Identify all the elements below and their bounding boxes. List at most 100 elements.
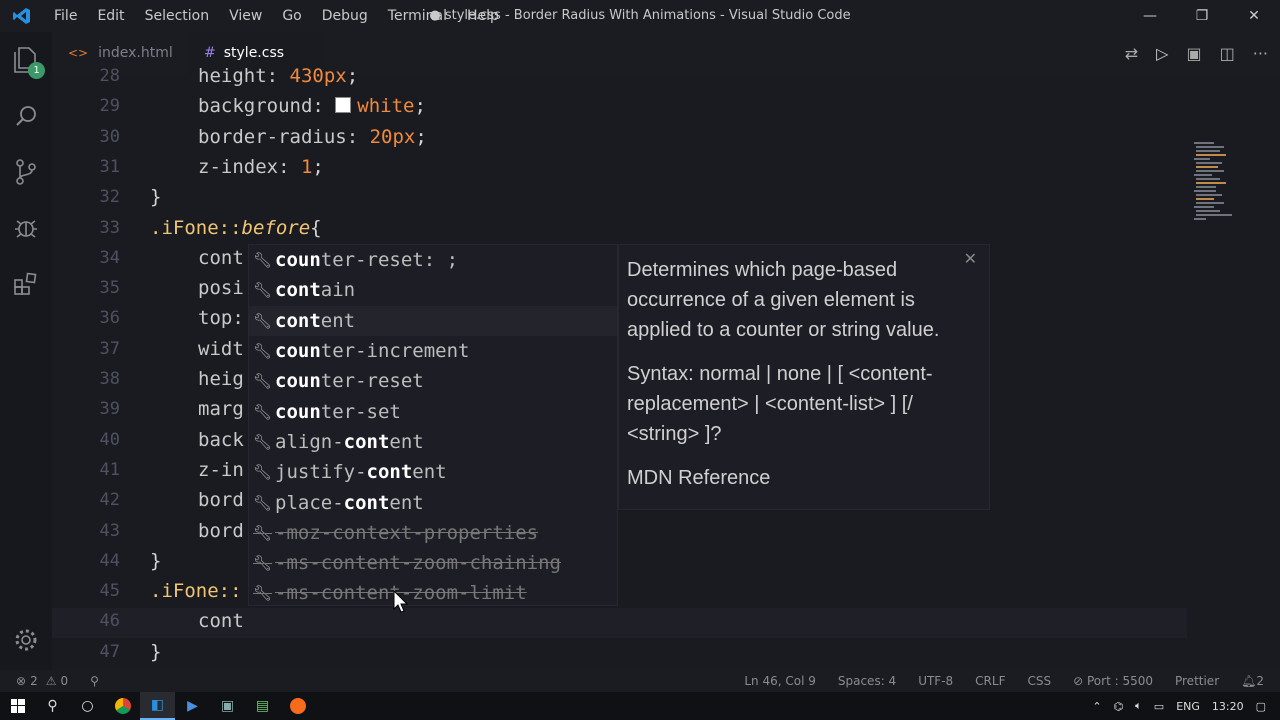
app-icon[interactable]: ▣ [210, 692, 245, 720]
clock[interactable]: 13:20 [1212, 700, 1244, 713]
restore-icon[interactable]: ❐ [1176, 0, 1228, 32]
mouse-cursor-icon [393, 589, 409, 618]
git-branch-icon[interactable]: ⚲ [90, 674, 99, 688]
details-description: Determines which page-based occurrence o… [627, 259, 940, 341]
code-line[interactable]: 30 border-radius: 20px; [52, 124, 1187, 154]
notifications[interactable]: 🔔︎2 [1241, 674, 1264, 688]
menu-terminal[interactable]: Terminal [388, 8, 447, 24]
menu-edit[interactable]: Edit [97, 8, 124, 24]
suggestion-item[interactable]: 🔧︎ coun ter-reset [249, 366, 617, 396]
suggestion-details: ✕ Determines which page-based occurrence… [618, 244, 990, 510]
minimap[interactable] [1188, 140, 1268, 230]
code-line[interactable]: 44} [52, 548, 1187, 578]
suggestion-item[interactable]: 🔧︎ align-cont ent [249, 427, 617, 457]
menu-selection[interactable]: Selection [145, 8, 210, 24]
code-line[interactable]: 47} [52, 639, 1187, 669]
suggestion-item[interactable]: 🔧︎ justify-cont ent [249, 457, 617, 487]
property-wrench-icon: 🔧︎ [253, 432, 273, 451]
menu-file[interactable]: File [54, 8, 77, 24]
compare-changes-icon[interactable]: ⇄ [1125, 44, 1138, 63]
close-icon[interactable]: ✕ [964, 245, 977, 275]
settings-gear-icon[interactable] [0, 612, 52, 668]
suggestion-item[interactable]: 🔧︎ coun ter-set [249, 396, 617, 426]
property-wrench-icon: 🔧︎ [253, 251, 273, 270]
html-icon: <> [68, 46, 89, 60]
encoding[interactable]: UTF-8 [918, 674, 953, 688]
warning-count[interactable]: 0 [60, 674, 68, 688]
code-text: bord [198, 489, 244, 511]
explorer-icon[interactable]: 1 [0, 32, 52, 88]
debug-icon[interactable] [0, 200, 52, 256]
menu-help[interactable]: Help [467, 8, 499, 24]
mdn-reference-link[interactable]: MDN Reference [627, 463, 981, 493]
search-icon[interactable]: ⚲ [35, 692, 70, 720]
code-line[interactable]: 46 cont [52, 608, 1187, 639]
line-endings[interactable]: CRLF [975, 674, 1005, 688]
code-text: marg [198, 398, 244, 420]
errors-icon[interactable]: ⊗ [16, 674, 26, 688]
explorer-badge: 1 [28, 62, 45, 79]
code-token: height: [198, 65, 290, 87]
code-line[interactable]: 29 background: white; [52, 93, 1187, 123]
run-icon[interactable]: ▷ [1156, 44, 1168, 63]
split-editor-icon[interactable]: ◫ [1220, 44, 1235, 63]
input-language[interactable]: ENG [1176, 700, 1200, 713]
vscode-taskbar-icon[interactable]: ◧ [140, 692, 175, 720]
warnings-icon[interactable]: ⚠ [46, 674, 57, 688]
windows-start-icon[interactable] [0, 692, 35, 720]
suggestion-item[interactable]: 🔧︎ cont ent [249, 305, 617, 336]
cortana-icon[interactable]: ○ [70, 692, 105, 720]
indentation[interactable]: Spaces: 4 [838, 674, 896, 688]
minimize-icon[interactable]: — [1124, 0, 1176, 32]
tray-chevron-icon[interactable]: ⌃ [1092, 700, 1101, 713]
firefox-icon[interactable] [280, 692, 315, 720]
error-count[interactable]: 2 [30, 674, 38, 688]
prettier-status[interactable]: Prettier [1175, 674, 1219, 688]
code-line[interactable]: 32} [52, 184, 1187, 214]
property-wrench-icon: 🔧︎ [253, 342, 273, 361]
menu-bar: File Edit Selection View Go Debug Terminal Help [44, 8, 509, 24]
code-line[interactable]: 43 bord [52, 518, 1187, 548]
suggestion-item[interactable]: 🔧︎ -ms-content-zoom-chaining [249, 548, 617, 578]
css-icon: # [204, 45, 216, 61]
source-control-icon[interactable] [0, 144, 52, 200]
volume-icon[interactable]: 🔈︎ [1135, 699, 1142, 713]
menu-go[interactable]: Go [282, 8, 301, 24]
code-token: white [357, 95, 415, 118]
line-number: 31 [99, 156, 120, 177]
property-wrench-icon: 🔧︎ [253, 463, 273, 482]
suggestion-item[interactable]: 🔧︎ coun ter-reset: ; [249, 245, 617, 275]
code-text: } [150, 641, 161, 663]
property-wrench-icon: 🔧︎ [253, 554, 273, 573]
suggestion-text-pre: -moz-context-properties [275, 521, 539, 544]
network-icon[interactable]: ⌬ [1114, 700, 1124, 713]
suggestion-text-post: ent [389, 430, 424, 453]
language-mode[interactable]: CSS [1027, 674, 1051, 688]
suggestion-item[interactable]: 🔧︎ -moz-context-properties [249, 518, 617, 548]
chrome-icon[interactable] [105, 692, 140, 720]
code-line[interactable]: 33 .iFone::before{ [52, 215, 1187, 245]
menu-debug[interactable]: Debug [322, 8, 368, 24]
extensions-icon[interactable] [0, 256, 52, 312]
suggestion-item[interactable]: 🔧︎ coun ter-increment [249, 336, 617, 366]
line-number: 30 [99, 126, 120, 147]
property-wrench-icon: 🔧︎ [253, 372, 273, 391]
more-actions-icon[interactable]: ··· [1253, 44, 1268, 63]
code-line[interactable]: 45 .iFone:: [52, 578, 1187, 608]
suggestion-item[interactable]: 🔧︎ place-cont ent [249, 487, 617, 517]
cursor-position[interactable]: Ln 46, Col 9 [744, 674, 816, 688]
action-center-icon[interactable]: ▢ [1256, 700, 1266, 713]
menu-view[interactable]: View [229, 8, 262, 24]
code-line[interactable]: 31 z-index: 1; [52, 154, 1187, 184]
terminal-icon[interactable]: ▤ [245, 692, 280, 720]
live-server-port[interactable]: ⊘ Port : 5500 [1073, 674, 1153, 688]
powershell-icon[interactable]: ▶ [175, 692, 210, 720]
suggestion-item[interactable]: 🔧︎ cont ain [249, 275, 617, 305]
suggestion-item[interactable]: 🔧︎ -ms-content-zoom-limit [249, 578, 617, 608]
color-swatch-icon[interactable] [335, 97, 352, 114]
code-line[interactable]: 28 height: 430px; [52, 63, 1187, 93]
search-icon[interactable] [0, 88, 52, 144]
close-icon[interactable]: ✕ [1228, 0, 1280, 32]
battery-icon[interactable]: ▭ [1154, 700, 1164, 713]
preview-icon[interactable]: ▣ [1186, 44, 1201, 63]
